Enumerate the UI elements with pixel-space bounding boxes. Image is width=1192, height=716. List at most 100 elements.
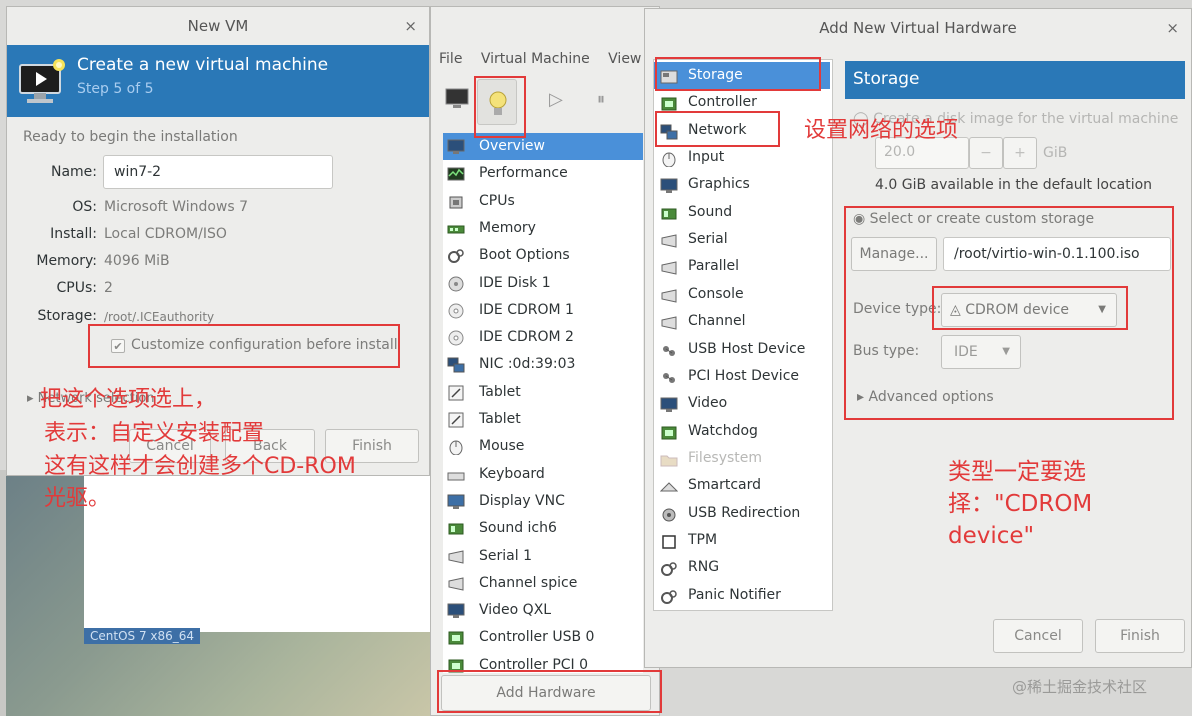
cpu-icon <box>447 193 465 209</box>
hardware-item-channel[interactable]: Channel <box>654 308 830 335</box>
hardware-item-label: TPM <box>688 531 718 548</box>
cdrom-annotation-line-3: device" <box>948 523 1035 549</box>
vm-monitor-icon <box>17 55 67 107</box>
nav-item-serial-1[interactable]: Serial 1 <box>443 543 643 570</box>
usb-redirect-icon <box>660 506 676 522</box>
increase-button[interactable]: + <box>1003 137 1037 169</box>
cdrom-annotation-line-2: 择："CDROM <box>948 491 1093 517</box>
network-annotation: 设置网络的选项 <box>804 118 959 143</box>
nav-item-label: NIC :0d:39:03 <box>479 356 576 373</box>
nav-item-ide-disk-1[interactable]: IDE Disk 1 <box>443 270 643 297</box>
hardware-item-label: Channel <box>688 313 746 330</box>
nav-item-ide-cdrom-2[interactable]: IDE CDROM 2 <box>443 324 643 351</box>
close-icon[interactable]: × <box>404 7 417 45</box>
hardware-item-video[interactable]: Video <box>654 390 830 417</box>
hardware-item-tpm[interactable]: TPM <box>654 527 830 554</box>
nav-item-label: Controller USB 0 <box>479 629 595 646</box>
nav-item-label: CPUs <box>479 192 515 209</box>
usb-icon <box>660 369 676 384</box>
hardware-item-panic-notifier[interactable]: Panic Notifier <box>654 582 830 609</box>
serial-icon <box>447 575 465 591</box>
nav-item-controller-usb-0[interactable]: Controller USB 0 <box>443 624 643 651</box>
cdrom-icon <box>447 302 465 319</box>
nav-item-mouse[interactable]: Mouse <box>443 433 643 460</box>
hardware-item-label: Smartcard <box>688 477 762 494</box>
menu-view[interactable]: View <box>608 51 641 67</box>
console-toolbar-button[interactable] <box>443 85 473 113</box>
nav-item-label: Performance <box>479 165 568 182</box>
hardware-item-sound[interactable]: Sound <box>654 199 830 226</box>
highlight-network-item <box>655 111 780 147</box>
play-icon[interactable]: ▷ <box>549 89 563 110</box>
name-input[interactable]: win7-2 <box>103 155 333 189</box>
hardware-item-filesystem: Filesystem <box>654 445 830 472</box>
cancel-button[interactable]: Cancel <box>993 619 1083 653</box>
disk-icon <box>447 275 465 291</box>
nav-item-keyboard[interactable]: Keyboard <box>443 461 643 488</box>
name-label: Name: <box>50 164 97 180</box>
nav-item-boot-options[interactable]: Boot Options <box>443 242 643 269</box>
hardware-item-usb-host-device[interactable]: USB Host Device <box>654 336 830 363</box>
available-text: 4.0 GiB available in the default locatio… <box>875 177 1153 193</box>
cpus-label: CPUs: <box>56 280 97 296</box>
hardware-item-smartcard[interactable]: Smartcard <box>654 472 830 499</box>
mouse-icon <box>447 438 465 456</box>
serial-icon <box>447 548 465 564</box>
hardware-item-pci-host-device[interactable]: PCI Host Device <box>654 363 830 390</box>
highlight-device-type <box>932 286 1128 330</box>
nav-item-performance[interactable]: Performance <box>443 160 643 187</box>
nav-item-label: Display VNC <box>479 492 565 509</box>
hardware-item-serial[interactable]: Serial <box>654 226 830 253</box>
gears-icon <box>447 247 465 264</box>
hardware-item-parallel[interactable]: Parallel <box>654 253 830 280</box>
nav-item-overview[interactable]: Overview <box>443 133 643 160</box>
hardware-item-input[interactable]: Input <box>654 144 830 171</box>
hardware-item-usb-redirection[interactable]: USB Redirection <box>654 500 830 527</box>
install-label: Install: <box>50 226 97 242</box>
sound-icon <box>447 520 465 536</box>
nav-item-nic-0d-39-03[interactable]: NIC :0d:39:03 <box>443 351 643 378</box>
gears-icon <box>660 560 677 577</box>
nav-item-label: IDE CDROM 1 <box>479 301 574 318</box>
storage-panel-header: Storage <box>845 61 1185 99</box>
keyboard-icon <box>447 466 465 482</box>
hardware-item-console[interactable]: Console <box>654 281 830 308</box>
add-hw-title: Add New Virtual Hardware <box>819 19 1017 37</box>
hardware-item-label: Filesystem <box>688 449 763 466</box>
pause-icon[interactable]: ⏸ <box>597 89 605 109</box>
serial-icon <box>660 287 677 303</box>
new-vm-titlebar: New VM × <box>7 7 429 45</box>
monitor-icon <box>445 88 469 108</box>
menu-file[interactable]: File <box>439 51 462 67</box>
desktop-white-panel <box>84 476 430 632</box>
nav-item-memory[interactable]: Memory <box>443 215 643 242</box>
nav-item-display-vnc[interactable]: Display VNC <box>443 488 643 515</box>
decrease-button[interactable]: − <box>969 137 1003 169</box>
hardware-item-label: Video <box>688 395 728 412</box>
nav-item-label: Tablet <box>479 411 521 427</box>
hardware-item-label: Input <box>688 149 725 166</box>
menu-bar: File Virtual Machine View <box>439 51 655 67</box>
hardware-item-rng[interactable]: RNG <box>654 554 830 581</box>
os-label: OS: <box>72 199 97 215</box>
hardware-item-watchdog[interactable]: Watchdog <box>654 418 830 445</box>
gears-icon <box>660 588 677 604</box>
nav-item-video-qxl[interactable]: Video QXL <box>443 597 643 624</box>
highlight-details-button <box>474 76 526 138</box>
network-icon <box>447 356 465 373</box>
tablet-icon <box>447 384 465 401</box>
nav-item-ide-cdrom-1[interactable]: IDE CDROM 1 <box>443 297 643 324</box>
usb-icon <box>660 342 676 357</box>
finish-button[interactable]: Finish <box>1095 619 1185 653</box>
menu-virtual-machine[interactable]: Virtual Machine <box>481 51 590 67</box>
close-icon[interactable]: × <box>1166 9 1179 47</box>
hardware-item-graphics[interactable]: Graphics <box>654 171 830 198</box>
customize-annotation-line-4: 光驱。 <box>44 486 111 511</box>
nav-item-sound-ich6[interactable]: Sound ich6 <box>443 515 643 542</box>
nav-item-cpus[interactable]: CPUs <box>443 188 643 215</box>
name-input-value: win7-2 <box>114 164 162 180</box>
nav-item-tablet[interactable]: Tablet <box>443 406 643 433</box>
nav-item-tablet[interactable]: Tablet <box>443 379 643 406</box>
desktop-vm-label: CentOS 7 x86_64 <box>84 628 201 644</box>
nav-item-channel-spice[interactable]: Channel spice <box>443 570 643 597</box>
